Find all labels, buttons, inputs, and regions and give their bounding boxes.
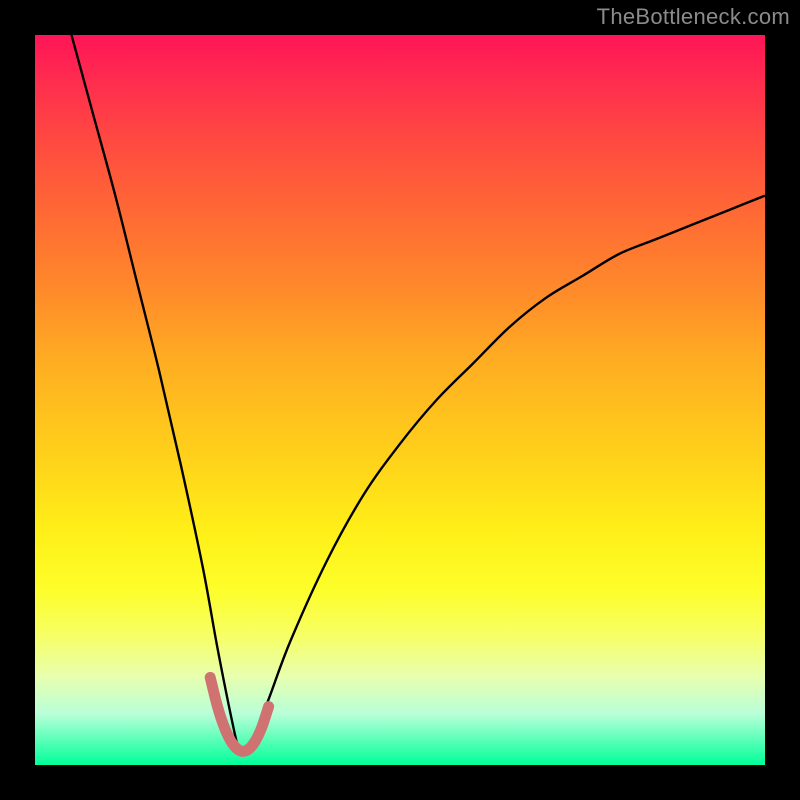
plot-area — [35, 35, 765, 765]
valley-highlight — [210, 677, 268, 751]
bottleneck-curve — [72, 35, 766, 753]
curve-layer — [35, 35, 765, 765]
watermark-text: TheBottleneck.com — [597, 4, 790, 30]
chart-frame: TheBottleneck.com — [0, 0, 800, 800]
